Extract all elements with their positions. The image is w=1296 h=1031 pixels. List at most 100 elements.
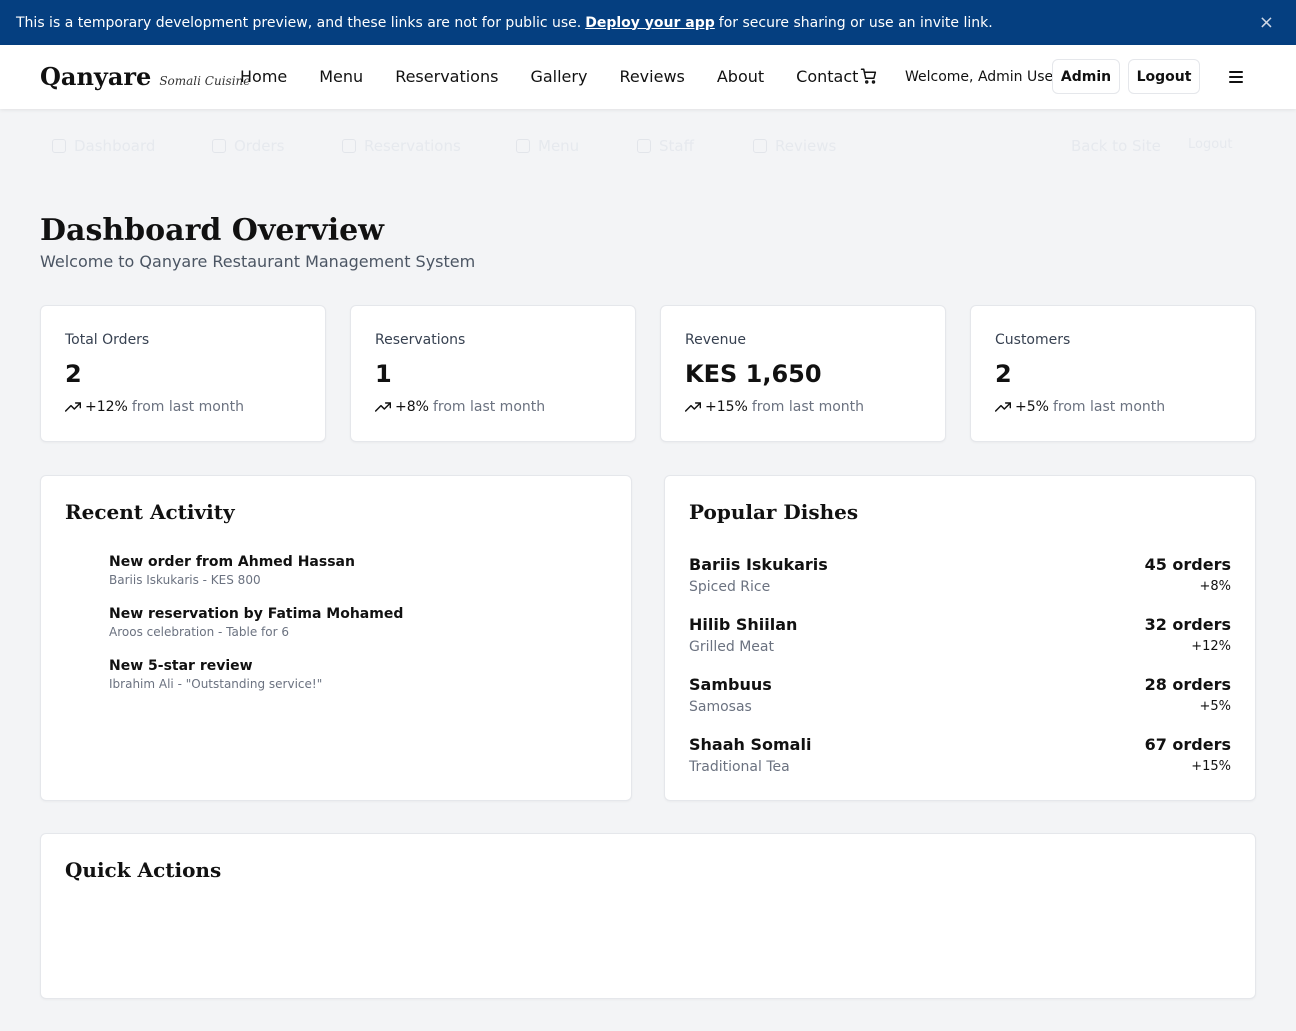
- nav-contact[interactable]: Contact: [796, 67, 858, 86]
- activity-item[interactable]: New 5-star review Ibrahim Ali - "Outstan…: [109, 658, 322, 691]
- activity-item[interactable]: New order from Ahmed Hassan Bariis Iskuk…: [109, 554, 355, 587]
- cart-icon[interactable]: [860, 67, 878, 85]
- activity-item[interactable]: New reservation by Fatima Mohamed Aroos …: [109, 606, 403, 639]
- subnav-label: Reviews: [775, 137, 837, 155]
- stat-card-revenue: Revenue KES 1,650 +15% from last month: [660, 305, 946, 442]
- banner-text: This is a temporary development preview,…: [16, 14, 582, 31]
- dish-row[interactable]: Hilib Shiilan Grilled Meat 32 orders +12…: [689, 615, 1231, 659]
- dish-orders: 28 orders: [1144, 675, 1231, 694]
- stat-trend: +8% from last month: [375, 399, 545, 415]
- stat-change-suffix: from last month: [432, 399, 546, 415]
- page-subtitle: Welcome to Qanyare Restaurant Management…: [40, 252, 476, 271]
- calendar-icon: [342, 139, 356, 153]
- nav-about[interactable]: About: [717, 67, 764, 86]
- stat-value: 2: [995, 360, 1012, 388]
- users-icon: [637, 139, 651, 153]
- dashboard-icon: [52, 139, 66, 153]
- quick-actions-title: Quick Actions: [65, 858, 222, 882]
- activity-title: New reservation by Fatima Mohamed: [109, 606, 404, 622]
- stat-label: Reservations: [375, 332, 466, 348]
- subnav-menu[interactable]: Menu: [516, 137, 579, 155]
- admin-subnav: Dashboard Orders Reservations Menu Staff…: [0, 109, 1296, 181]
- subnav-logout[interactable]: Logout: [1188, 137, 1233, 152]
- stat-change: +5%: [1015, 399, 1049, 415]
- dish-change: +15%: [1191, 759, 1231, 774]
- brand-name: Qanyare: [40, 62, 152, 91]
- dish-name: Shaah Somali: [689, 735, 812, 754]
- dish-name: Sambuus: [689, 675, 772, 694]
- popular-dishes-card: Popular Dishes Bariis Iskukaris Spiced R…: [664, 475, 1256, 801]
- logout-button[interactable]: Logout: [1128, 59, 1200, 94]
- trending-up-icon: [65, 402, 81, 412]
- dish-name: Hilib Shiilan: [689, 615, 798, 634]
- nav-reservations[interactable]: Reservations: [395, 67, 498, 86]
- main-nav: Home Menu Reservations Gallery Reviews A…: [240, 67, 890, 86]
- stat-trend: +12% from last month: [65, 399, 244, 415]
- subnav-label: Reservations: [364, 137, 461, 155]
- popular-dishes-title: Popular Dishes: [689, 500, 859, 524]
- stat-label: Revenue: [685, 332, 746, 348]
- subnav-dashboard[interactable]: Dashboard: [52, 137, 155, 155]
- stat-trend: +15% from last month: [685, 399, 864, 415]
- subnav-label: Staff: [659, 137, 694, 155]
- welcome-text: Welcome, Admin User: [905, 69, 1059, 85]
- dish-change: +5%: [1199, 699, 1231, 714]
- dish-category: Samosas: [689, 699, 752, 715]
- subnav-label: Menu: [538, 137, 580, 155]
- quick-actions-card: Quick Actions: [40, 833, 1256, 999]
- nav-gallery[interactable]: Gallery: [530, 67, 587, 86]
- subnav-back-to-site[interactable]: Back to Site: [1071, 137, 1161, 155]
- dish-row[interactable]: Sambuus Samosas 28 orders +5%: [689, 675, 1231, 719]
- hamburger-icon[interactable]: [1229, 71, 1243, 83]
- stat-card-reservations: Reservations 1 +8% from last month: [350, 305, 636, 442]
- subnav-label: Orders: [234, 137, 285, 155]
- stat-card-total-orders: Total Orders 2 +12% from last month: [40, 305, 326, 442]
- close-icon[interactable]: ×: [1259, 12, 1274, 33]
- page-title: Dashboard Overview: [40, 213, 385, 248]
- dish-category: Traditional Tea: [689, 759, 790, 775]
- stat-change-suffix: from last month: [131, 399, 245, 415]
- stat-change-suffix: from last month: [751, 399, 865, 415]
- dish-name: Bariis Iskukaris: [689, 555, 828, 574]
- activity-detail: Ibrahim Ali - "Outstanding service!": [109, 677, 323, 691]
- stat-value: KES 1,650: [685, 360, 822, 388]
- dish-row[interactable]: Shaah Somali Traditional Tea 67 orders +…: [689, 735, 1231, 779]
- dish-category: Grilled Meat: [689, 639, 774, 655]
- stat-trend: +5% from last month: [995, 399, 1165, 415]
- dish-orders: 67 orders: [1144, 735, 1231, 754]
- subnav-orders[interactable]: Orders: [212, 137, 284, 155]
- nav-menu[interactable]: Menu: [319, 67, 363, 86]
- package-icon: [212, 139, 226, 153]
- dish-orders: 45 orders: [1144, 555, 1231, 574]
- stat-value: 1: [375, 360, 392, 388]
- deploy-app-link[interactable]: Deploy your app: [585, 15, 715, 31]
- stat-label: Total Orders: [65, 332, 150, 348]
- stat-card-customers: Customers 2 +5% from last month: [970, 305, 1256, 442]
- nav-reviews[interactable]: Reviews: [619, 67, 684, 86]
- dish-orders: 32 orders: [1144, 615, 1231, 634]
- recent-activity-card: Recent Activity New order from Ahmed Has…: [40, 475, 632, 801]
- admin-button[interactable]: Admin: [1052, 59, 1120, 94]
- preview-banner: This is a temporary development preview,…: [0, 0, 1296, 45]
- trending-up-icon: [995, 402, 1011, 412]
- brand-logo[interactable]: Qanyare Somali Cuisine: [40, 62, 250, 91]
- activity-title: New 5-star review: [109, 658, 253, 674]
- stat-label: Customers: [995, 332, 1071, 348]
- activity-detail: Bariis Iskukaris - KES 800: [109, 573, 261, 587]
- nav-home[interactable]: Home: [240, 67, 287, 86]
- stat-change: +12%: [85, 399, 128, 415]
- subnav-reservations[interactable]: Reservations: [342, 137, 461, 155]
- stat-change-suffix: from last month: [1052, 399, 1166, 415]
- trending-up-icon: [685, 402, 701, 412]
- brand-tagline: Somali Cuisine: [159, 74, 251, 88]
- banner-text-after: for secure sharing or use an invite link…: [718, 14, 993, 31]
- trending-up-icon: [375, 402, 391, 412]
- dish-category: Spiced Rice: [689, 579, 771, 595]
- dish-row[interactable]: Bariis Iskukaris Spiced Rice 45 orders +…: [689, 555, 1231, 599]
- site-header: Qanyare Somali Cuisine Home Menu Reserva…: [0, 45, 1296, 109]
- stat-change: +8%: [395, 399, 429, 415]
- subnav-reviews[interactable]: Reviews: [753, 137, 836, 155]
- subnav-staff[interactable]: Staff: [637, 137, 694, 155]
- dish-change: +8%: [1199, 579, 1231, 594]
- dish-change: +12%: [1191, 639, 1231, 654]
